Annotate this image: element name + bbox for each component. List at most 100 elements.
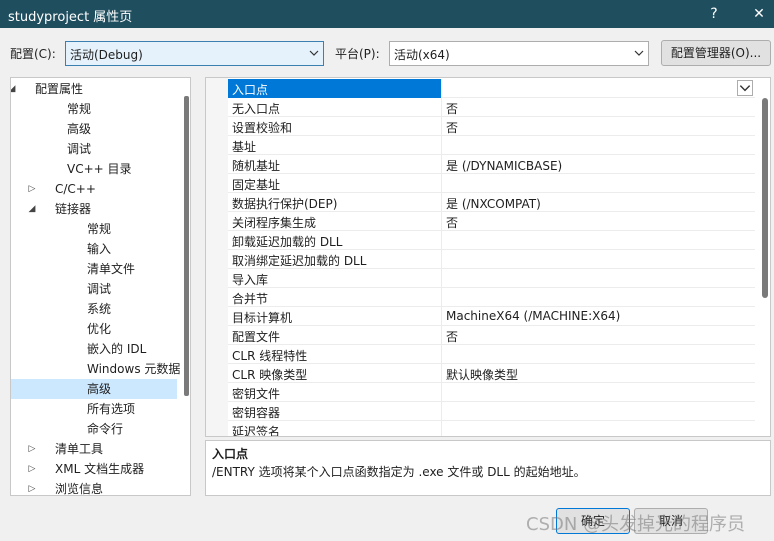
- property-value[interactable]: 否: [446, 328, 458, 345]
- tree-item-label: 所有选项: [87, 402, 136, 416]
- value-dropdown-button[interactable]: [737, 80, 753, 96]
- tree-item-label: 清单工具: [55, 442, 104, 456]
- tree-item[interactable]: 嵌入的 IDL: [11, 339, 177, 359]
- property-row[interactable]: 随机基址 是 (/DYNAMICBASE): [228, 155, 755, 174]
- property-row[interactable]: 无入口点 否: [228, 98, 755, 117]
- property-name: 固定基址: [232, 178, 281, 192]
- description-text: /ENTRY 选项将某个入口点函数指定为 .exe 文件或 DLL 的起始地址。: [212, 465, 586, 479]
- property-tree[interactable]: ◢配置属性常规高级调试VC++ 目录▷C/C++◢链接器常规输入清单文件调试系统…: [10, 77, 191, 496]
- tree-item[interactable]: ◢ 链接器: [11, 199, 177, 219]
- expanded-arrow-icon[interactable]: ◢: [11, 79, 17, 99]
- tree-item[interactable]: ▷ C/C++: [11, 179, 177, 199]
- property-name: 目标计算机: [232, 311, 293, 325]
- tree-item[interactable]: 优化: [11, 319, 177, 339]
- tree-item[interactable]: 系统: [11, 299, 177, 319]
- property-name: 配置文件: [232, 330, 281, 344]
- tree-item[interactable]: VC++ 目录: [11, 159, 177, 179]
- description-title: 入口点: [212, 447, 249, 461]
- property-name: 数据执行保护(DEP): [232, 197, 338, 211]
- tree-item[interactable]: 高级: [11, 119, 177, 139]
- property-name: 取消绑定延迟加载的 DLL: [232, 254, 367, 268]
- property-row[interactable]: 密钥文件: [228, 383, 755, 402]
- property-row[interactable]: 密钥容器: [228, 402, 755, 421]
- collapsed-arrow-icon[interactable]: ▷: [27, 439, 37, 459]
- column-divider: [441, 421, 442, 436]
- tree-item-label: 高级: [87, 382, 112, 396]
- grid-scrollbar[interactable]: [762, 98, 768, 298]
- property-row[interactable]: 卸载延迟加载的 DLL: [228, 231, 755, 250]
- property-row[interactable]: 固定基址: [228, 174, 755, 193]
- property-row[interactable]: 基址: [228, 136, 755, 155]
- platform-combo[interactable]: 活动(x64): [389, 41, 649, 66]
- tree-item[interactable]: ◢ 配置属性: [11, 79, 177, 99]
- tree-item-label: 浏览信息: [55, 482, 104, 496]
- property-name: CLR 线程特性: [232, 349, 308, 363]
- column-divider: [441, 155, 442, 174]
- property-name: 随机基址: [232, 159, 281, 173]
- collapsed-arrow-icon[interactable]: ▷: [27, 479, 37, 495]
- grid-gutter: [206, 78, 228, 436]
- tree-item-label: 配置属性: [35, 82, 84, 96]
- window-title: studyproject 属性页: [8, 10, 133, 25]
- config-toolbar: 配置(C): 活动(Debug) 平台(P): 活动(x64) 配置管理器(O)…: [0, 28, 774, 72]
- property-name: 无入口点: [232, 102, 281, 116]
- tree-item[interactable]: ▷ XML 文档生成器: [11, 459, 177, 479]
- tree-item-label: 调试: [67, 142, 92, 156]
- property-name: 卸载延迟加载的 DLL: [232, 235, 343, 249]
- property-row[interactable]: 数据执行保护(DEP) 是 (/NXCOMPAT): [228, 193, 755, 212]
- config-manager-button[interactable]: 配置管理器(O)...: [661, 40, 771, 66]
- property-row[interactable]: 导入库: [228, 269, 755, 288]
- tree-item[interactable]: 清单文件: [11, 259, 177, 279]
- property-row[interactable]: 关闭程序集生成 否: [228, 212, 755, 231]
- property-value[interactable]: 默认映像类型: [446, 366, 518, 383]
- description-panel: 入口点 /ENTRY 选项将某个入口点函数指定为 .exe 文件或 DLL 的起…: [205, 440, 771, 496]
- column-divider: [441, 383, 442, 402]
- tree-item[interactable]: ▷ 清单工具: [11, 439, 177, 459]
- property-row[interactable]: 目标计算机 MachineX64 (/MACHINE:X64): [228, 307, 755, 326]
- property-row[interactable]: 延迟签名: [228, 421, 755, 436]
- tree-item[interactable]: ▷ 浏览信息: [11, 479, 177, 496]
- column-divider: [441, 79, 442, 98]
- property-row[interactable]: CLR 线程特性: [228, 345, 755, 364]
- tree-item[interactable]: 高级: [11, 379, 177, 399]
- property-value[interactable]: 否: [446, 100, 458, 117]
- tree-item-label: Windows 元数据: [87, 362, 181, 376]
- tree-item[interactable]: 命令行: [11, 419, 177, 439]
- property-row[interactable]: 配置文件 否: [228, 326, 755, 345]
- property-row[interactable]: CLR 映像类型 默认映像类型: [228, 364, 755, 383]
- close-button[interactable]: ✕: [749, 4, 769, 24]
- tree-item[interactable]: 输入: [11, 239, 177, 259]
- column-divider: [441, 117, 442, 136]
- tree-item[interactable]: 调试: [11, 139, 177, 159]
- property-value[interactable]: 否: [446, 214, 458, 231]
- config-combo[interactable]: 活动(Debug): [65, 41, 324, 66]
- tree-item[interactable]: 调试: [11, 279, 177, 299]
- tree-item-label: 调试: [87, 282, 112, 296]
- tree-item[interactable]: 常规: [11, 219, 177, 239]
- tree-item[interactable]: 所有选项: [11, 399, 177, 419]
- column-divider: [441, 250, 442, 269]
- tree-item-label: 优化: [87, 322, 112, 336]
- property-value[interactable]: MachineX64 (/MACHINE:X64): [446, 309, 620, 323]
- collapsed-arrow-icon[interactable]: ▷: [27, 459, 37, 479]
- property-value[interactable]: 是 (/NXCOMPAT): [446, 195, 541, 212]
- title-bar: studyproject 属性页 ? ✕: [0, 0, 774, 28]
- help-button[interactable]: ?: [704, 4, 724, 24]
- expanded-arrow-icon[interactable]: ◢: [27, 199, 37, 219]
- property-row[interactable]: 合并节: [228, 288, 755, 307]
- tree-item-label: 高级: [67, 122, 92, 136]
- tree-scrollbar[interactable]: [184, 96, 189, 396]
- collapsed-arrow-icon[interactable]: ▷: [27, 179, 37, 199]
- column-divider: [441, 402, 442, 421]
- property-row[interactable]: 设置校验和 否: [228, 117, 755, 136]
- property-row[interactable]: 入口点: [228, 79, 755, 98]
- platform-value: 活动(x64): [394, 48, 450, 62]
- property-name: 关闭程序集生成: [232, 216, 317, 230]
- tree-item[interactable]: 常规: [11, 99, 177, 119]
- property-value[interactable]: 否: [446, 119, 458, 136]
- property-grid[interactable]: 入口点 无入口点否设置校验和否基址 随机基址是 (/DYNAMICBASE) 固定基址…: [205, 77, 771, 437]
- property-value[interactable]: 是 (/DYNAMICBASE): [446, 157, 562, 174]
- property-row[interactable]: 取消绑定延迟加载的 DLL: [228, 250, 755, 269]
- column-divider: [441, 345, 442, 364]
- tree-item[interactable]: Windows 元数据: [11, 359, 181, 379]
